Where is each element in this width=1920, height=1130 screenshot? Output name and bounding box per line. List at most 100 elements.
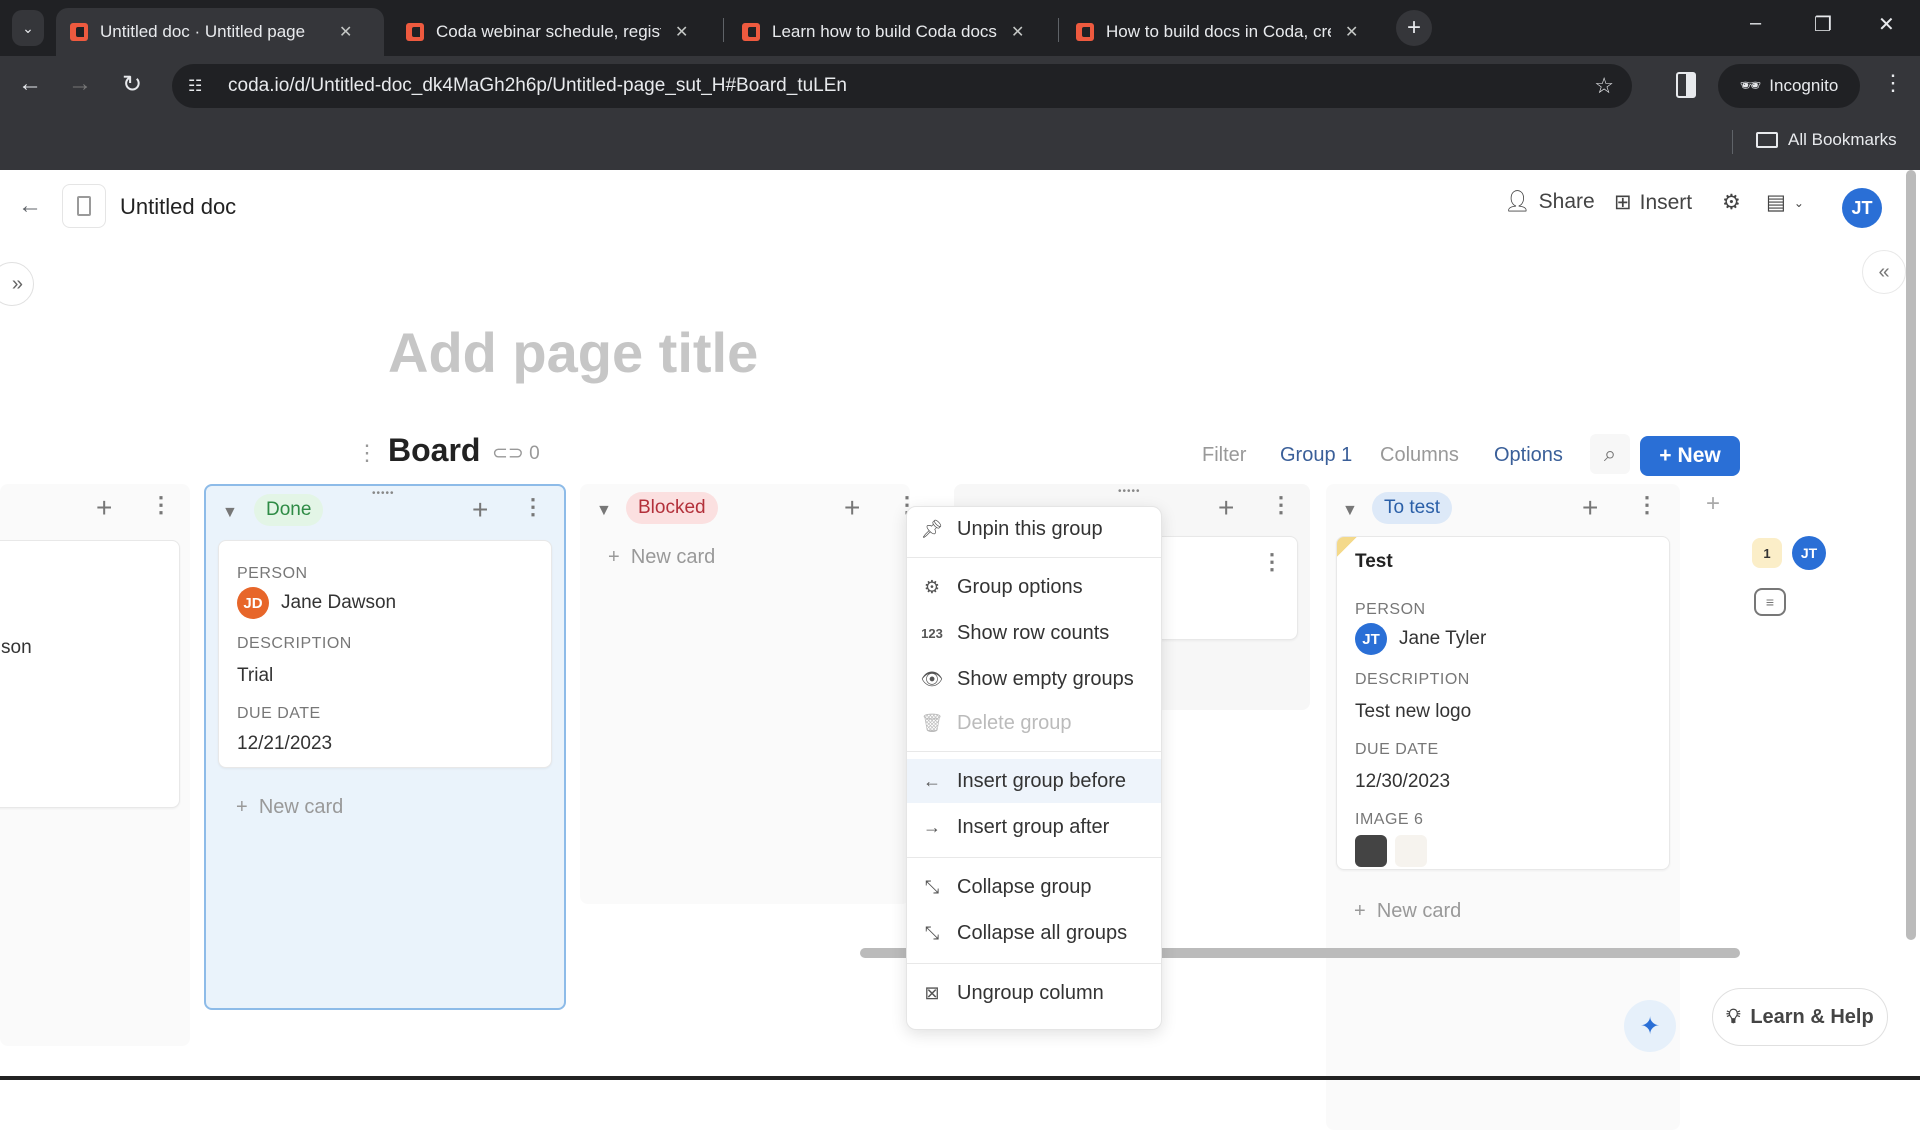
field-label: DESCRIPTION xyxy=(1355,671,1470,688)
search-icon[interactable]: ⌕ xyxy=(1590,434,1630,474)
add-card-icon[interactable]: + xyxy=(472,494,488,526)
board-card[interactable]: PERSON JD Jane Dawson DESCRIPTION Trial D… xyxy=(218,540,552,768)
board-title[interactable]: Board xyxy=(388,432,480,469)
close-window-icon[interactable]: ✕ xyxy=(1878,12,1895,37)
card-menu-icon[interactable]: ⋮ xyxy=(1261,549,1283,575)
board-options-icon[interactable]: ⋮ xyxy=(356,440,378,466)
menu-item-collapse-group[interactable]: ⤡ Collapse group xyxy=(907,865,1161,909)
person-name: Jane Dawson xyxy=(281,592,397,614)
tab-search-button[interactable]: ⌄ xyxy=(12,10,44,46)
group-pill[interactable]: To test xyxy=(1372,492,1452,524)
menu-item-group-options[interactable]: ⚙ Group options xyxy=(907,565,1161,609)
add-card-icon[interactable]: + xyxy=(1582,492,1598,524)
image-thumbnail[interactable] xyxy=(1355,835,1387,867)
forward-icon[interactable]: → xyxy=(64,70,96,98)
insert-button[interactable]: ⊞ Insert xyxy=(1614,190,1692,215)
expand-sidebar-icon[interactable]: » xyxy=(0,262,34,306)
plus-icon: + xyxy=(608,546,620,568)
image-thumbnail[interactable] xyxy=(1395,835,1427,867)
tab-separator xyxy=(723,18,724,42)
browser-tab-active[interactable]: Untitled doc · Untitled page ✕ xyxy=(56,8,384,56)
learn-help-button[interactable]: 💡︎ Learn & Help xyxy=(1712,988,1888,1046)
bookmark-star-icon[interactable]: ☆ xyxy=(1594,73,1614,99)
menu-item-label: Collapse group xyxy=(957,875,1092,898)
field-label: DUE DATE xyxy=(237,705,321,722)
collapse-triangle-icon[interactable]: ▼ xyxy=(596,502,612,520)
add-card-icon[interactable]: + xyxy=(96,492,112,524)
board-column-blocked: ▼ Blocked + ⋮ + New card xyxy=(580,484,918,904)
menu-item-ungroup-column[interactable]: ⊠ Ungroup column xyxy=(907,971,1161,1015)
site-info-icon[interactable]: ☷ xyxy=(188,76,212,96)
options-button[interactable]: Options xyxy=(1494,444,1563,467)
close-tab-icon[interactable]: ✕ xyxy=(1011,22,1024,42)
settings-icon[interactable]: ⚙ xyxy=(1722,190,1741,215)
back-icon[interactable]: ← xyxy=(14,70,46,98)
add-card-icon[interactable]: + xyxy=(844,492,860,524)
menu-item-insert-group-after[interactable]: → Insert group after xyxy=(907,805,1161,849)
comment-count-badge[interactable]: 1 xyxy=(1752,538,1782,568)
menu-item-delete-group[interactable]: 🗑︎ Delete group xyxy=(907,701,1161,745)
board-link-count[interactable]: ⊂⊃ 0 xyxy=(492,442,540,465)
new-row-button[interactable]: + New xyxy=(1640,436,1740,476)
add-comment-icon[interactable]: ≡ xyxy=(1754,588,1786,616)
comments-menu-icon[interactable]: ▤ ⌄ xyxy=(1766,190,1804,215)
new-tab-button[interactable]: + xyxy=(1396,10,1432,46)
drag-handle[interactable]: ••••• xyxy=(1118,486,1141,497)
url-text[interactable]: coda.io/d/Untitled-doc_dk4MaGh2h6p/Untit… xyxy=(228,75,847,97)
ai-sparkle-button[interactable]: ✦ xyxy=(1624,1000,1676,1052)
doc-icon[interactable] xyxy=(62,184,106,228)
menu-item-show-row-counts[interactable]: 123 Show row counts xyxy=(907,611,1161,655)
filter-button[interactable]: Filter xyxy=(1202,444,1246,467)
page-title-placeholder[interactable]: Add page title xyxy=(388,320,758,385)
commenter-avatar[interactable]: JT xyxy=(1792,536,1826,570)
restore-icon[interactable]: ❐ xyxy=(1814,12,1832,37)
address-bar[interactable]: ☷ coda.io/d/Untitled-doc_dk4MaGh2h6p/Unt… xyxy=(172,64,1632,108)
person-name: Jane Tyler xyxy=(1399,628,1487,650)
incognito-indicator[interactable]: 🕶 Incognito xyxy=(1718,64,1860,108)
reload-icon[interactable]: ↻ xyxy=(116,70,148,99)
columns-button[interactable]: Columns xyxy=(1380,444,1459,467)
new-card-button[interactable]: + New card xyxy=(1354,900,1461,923)
minimize-icon[interactable]: – xyxy=(1750,12,1761,35)
board-card[interactable]: son xyxy=(0,540,180,808)
browser-menu-icon[interactable]: ⋮ xyxy=(1882,70,1904,96)
close-tab-icon[interactable]: ✕ xyxy=(675,22,688,42)
doc-back-icon[interactable]: ← xyxy=(18,192,42,220)
new-card-button[interactable]: + New card xyxy=(236,796,343,819)
doc-title[interactable]: Untitled doc xyxy=(120,194,236,220)
column-menu-icon[interactable]: ⋮ xyxy=(1270,492,1292,518)
collapse-triangle-icon[interactable]: ▼ xyxy=(222,504,238,522)
group-pill[interactable]: Blocked xyxy=(626,492,718,524)
board-card[interactable]: Test PERSON JT Jane Tyler DESCRIPTION Tes… xyxy=(1336,536,1670,870)
learn-help-label: Learn & Help xyxy=(1750,1005,1874,1028)
browser-tab[interactable]: Coda webinar schedule, regist ✕ xyxy=(392,8,722,56)
menu-item-collapse-all-groups[interactable]: ⤡ Collapse all groups xyxy=(907,911,1161,955)
lightbulb-icon: 💡︎ xyxy=(1726,1005,1741,1028)
column-menu-icon[interactable]: ⋮ xyxy=(1636,492,1658,518)
column-menu-icon[interactable]: ⋮ xyxy=(150,492,172,518)
close-tab-icon[interactable]: ✕ xyxy=(339,22,352,42)
menu-item-show-empty-groups[interactable]: 👁︎ Show empty groups xyxy=(907,657,1161,701)
new-card-label: New card xyxy=(258,796,344,818)
group-pill[interactable]: Done xyxy=(254,494,324,526)
menu-item-unpin-group[interactable]: 📌︎ Unpin this group xyxy=(907,507,1161,551)
drag-handle[interactable]: ••••• xyxy=(372,488,395,499)
collapse-triangle-icon[interactable]: ▼ xyxy=(1342,502,1358,520)
column-menu-icon[interactable]: ⋮ xyxy=(522,494,544,520)
side-panel-icon[interactable] xyxy=(1676,72,1696,98)
group-button[interactable]: Group 1 xyxy=(1280,444,1352,467)
person-avatar: JT xyxy=(1355,623,1387,655)
add-group-icon[interactable]: + xyxy=(1706,490,1720,518)
add-card-icon[interactable]: + xyxy=(1218,492,1234,524)
menu-item-insert-group-before[interactable]: ← Insert group before xyxy=(907,759,1161,803)
browser-tab[interactable]: How to build docs in Coda, cre ✕ xyxy=(1062,8,1392,56)
collapse-panel-icon[interactable]: « xyxy=(1862,250,1906,294)
new-card-button[interactable]: + New card xyxy=(608,546,715,569)
user-avatar[interactable]: JT xyxy=(1842,188,1882,228)
coda-favicon xyxy=(70,23,88,41)
all-bookmarks-button[interactable]: All Bookmarks xyxy=(1756,130,1897,150)
close-tab-icon[interactable]: ✕ xyxy=(1345,22,1358,42)
vertical-scrollbar[interactable] xyxy=(1906,170,1916,940)
share-button[interactable]: 👤︎ Share xyxy=(1504,190,1595,214)
browser-tab[interactable]: Learn how to build Coda docs ✕ xyxy=(728,8,1058,56)
